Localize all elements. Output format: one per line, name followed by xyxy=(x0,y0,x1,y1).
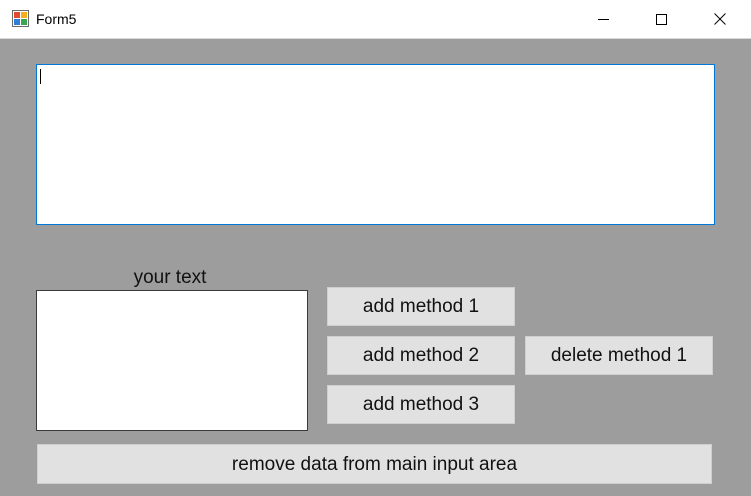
your-text-box[interactable] xyxy=(36,290,308,431)
maximize-icon xyxy=(655,13,667,25)
minimize-icon xyxy=(597,14,609,25)
close-button[interactable] xyxy=(697,0,743,38)
main-input-area[interactable] xyxy=(36,64,715,225)
your-text-label: your text xyxy=(133,267,207,288)
form5-window: Form5 your text add method 1 add method … xyxy=(0,0,751,496)
delete-method-1-button[interactable]: delete method 1 xyxy=(525,336,713,375)
text-caret xyxy=(40,69,41,84)
close-icon xyxy=(714,13,726,25)
window-title: Form5 xyxy=(36,11,77,27)
minimize-button[interactable] xyxy=(580,0,626,38)
add-method-3-button[interactable]: add method 3 xyxy=(327,385,515,424)
title-bar[interactable]: Form5 xyxy=(0,0,751,39)
winforms-form-icon xyxy=(12,10,29,27)
add-method-1-button[interactable]: add method 1 xyxy=(327,287,515,326)
add-method-2-button[interactable]: add method 2 xyxy=(327,336,515,375)
remove-data-button[interactable]: remove data from main input area xyxy=(37,444,712,484)
maximize-button[interactable] xyxy=(638,0,684,38)
